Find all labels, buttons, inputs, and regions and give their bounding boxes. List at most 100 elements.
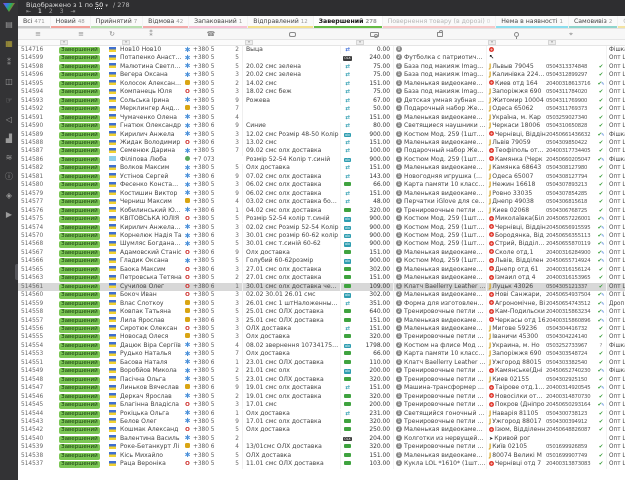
table-row[interactable]: 514553ЗавершенийРудько Наталья✱+380 57Ол…	[18, 350, 625, 358]
tracking-number[interactable]: 0504309850422	[546, 139, 596, 147]
app-logo-icon[interactable]	[3, 3, 15, 12]
table-row[interactable]: 514579ЗавершенийКостишин Виктор✱+380 590…	[18, 190, 625, 198]
tracking-number[interactable]: 0501699907749	[546, 452, 596, 460]
tab-самовивіз[interactable]: Самовивіз2	[569, 16, 617, 28]
table-row[interactable]: 514546ЗавершенийДеркач Ярослав✱+380 5219…	[18, 393, 625, 401]
status-filter[interactable]: ▾	[60, 40, 68, 45]
tab-відправлений[interactable]: Відправлений12	[248, 16, 312, 28]
table-row[interactable]: 514590ЗавершенийГнатюк Олександр✱+380 69…	[18, 122, 625, 130]
tracking-number[interactable]: 20400315863234	[546, 308, 596, 316]
table-row[interactable]: 514595ЗавершенийКолосок Александр+380 52…	[18, 80, 625, 88]
client-phone[interactable]: +380 5	[193, 435, 229, 443]
video-icon[interactable]: ▶	[0, 210, 18, 220]
phone-icon[interactable]: ☎	[193, 29, 229, 40]
client-phone[interactable]: +380 5	[193, 105, 229, 113]
table-row[interactable]: 514591ЗавершенийЧумаченко Олена✱+380 54⇄…	[18, 114, 625, 122]
table-row[interactable]: 514568ЗавершенийШумляс Богдана Ан✱+380 5…	[18, 240, 625, 248]
first-page-icon[interactable]: ⇤	[26, 8, 31, 15]
tracking-number[interactable]: 0504304224140	[546, 333, 596, 341]
chart-icon[interactable]: ▟	[0, 134, 18, 144]
tracking-number[interactable]: 20450650293164	[546, 401, 596, 409]
tracking-number[interactable]: 0501699926859	[546, 443, 596, 451]
tracking-number[interactable]: 20450654743512	[546, 300, 596, 308]
tracking-number[interactable]: 20400314870730	[546, 393, 596, 401]
table-row[interactable]: 514581ЗавершенийУстінов Сергей✱+380 6907…	[18, 173, 625, 181]
comment-icon[interactable]	[243, 29, 341, 40]
tracking-number[interactable]: 0504302925150	[546, 376, 596, 384]
table-row[interactable]: 514588ЗавершенийЖидак ВолодимирO+380 631…	[18, 139, 625, 147]
table-row[interactable]: 514549ЗавершенийВоробйов Микола✱+380 522…	[18, 367, 625, 375]
table-row[interactable]: 514565ЗавершенийБаока МаксимO+380 6327.0…	[18, 266, 625, 274]
status-icon[interactable]: ≡	[58, 29, 104, 40]
feed-icon[interactable]: ▤	[0, 20, 18, 30]
table-row[interactable]: 514594ЗавершенийКомпанець ЮляO+380 5318.…	[18, 88, 625, 96]
tracking-filter[interactable]: ▾	[548, 40, 556, 45]
tracking-number[interactable]: 0504300394912	[546, 418, 596, 426]
client-phone[interactable]: +380 5	[193, 181, 229, 189]
tab-повернення-товару-в-дорозі-[interactable]: Повернення товару (в дорозі)0	[383, 16, 496, 28]
tab-прийнятий[interactable]: Прийнятий7	[91, 16, 142, 28]
tracking-number[interactable]: 20400316284900	[546, 249, 596, 257]
table-row[interactable]: 514582ЗавершенийВолков Максим✱+380 55Олх…	[18, 164, 625, 172]
client-phone[interactable]: +380 5	[193, 367, 229, 375]
tab-відмова[interactable]: Відмова42	[143, 16, 188, 28]
client-phone[interactable]: +380 5	[193, 63, 229, 71]
client-phone[interactable]: +380 6	[193, 410, 229, 418]
tracking-number[interactable]: 0504311769900	[546, 97, 596, 105]
table-row[interactable]: 514542ЗавершенийКошмак АлександO+380 55О…	[18, 426, 625, 434]
client-phone[interactable]: +380 5	[193, 131, 229, 139]
client-phone[interactable]: +380 5	[193, 80, 229, 88]
sidebar-collapse-handle[interactable]	[15, 264, 18, 280]
table-row[interactable]: 514554ЗавершенийДацюк Віра Сергіїв✱+380 …	[18, 342, 625, 350]
tracking-number[interactable]: 20450656355113	[546, 232, 596, 240]
table-row[interactable]: 514599ЗавершенийПотапенко Анастас✱+380 5…	[18, 54, 625, 62]
tracking-number[interactable]: 20450657226001	[546, 215, 596, 223]
page-1[interactable]: 1	[38, 8, 42, 15]
tracking-number[interactable]: 20450660205047	[546, 156, 596, 164]
client-phone[interactable]: +380 6	[193, 249, 229, 257]
sliders-icon[interactable]: ≋	[0, 153, 18, 163]
client-phone[interactable]: +380 6	[193, 139, 229, 147]
tracking-number[interactable]: 0504311769373	[546, 105, 596, 113]
tab-завершений[interactable]: Завершений278	[314, 16, 382, 28]
tracking-number[interactable]: 0504308127980	[546, 164, 596, 172]
table-row[interactable]: 514566ЗавершенийГладик Оксана✱+380 55Гол…	[18, 257, 625, 265]
products-icon[interactable]	[394, 29, 486, 40]
table-row[interactable]: 514575ЗавершенийКВІТОВСЬКА ЮЛІЯO+380 55Р…	[18, 215, 625, 223]
client-phone[interactable]: +380 5	[193, 46, 229, 54]
client-phone[interactable]: +380 5	[193, 88, 229, 96]
table-row[interactable]: 514547ЗавершенийЛиньков Вячеслав+380 691…	[18, 384, 625, 392]
tracking-number[interactable]: 20400315860896	[546, 317, 596, 325]
client-phone[interactable]: +380 6	[193, 443, 229, 451]
tracking-number[interactable]: 0504311784020	[546, 88, 596, 96]
client-phone[interactable]: +380 6	[193, 266, 229, 274]
client-phone[interactable]: +380 5	[193, 274, 229, 282]
tracking-number[interactable]: 20450655870119	[546, 240, 596, 248]
source-icon[interactable]: ↻	[104, 29, 120, 40]
client-phone[interactable]: +380 5	[193, 54, 229, 62]
tracking-number[interactable]: 20450654937504	[546, 291, 596, 299]
tracking-number[interactable]: 0504307854285	[546, 190, 596, 198]
tracking-number[interactable]: 20450661436632	[546, 131, 596, 139]
client-phone[interactable]: +380 5	[193, 224, 229, 232]
tab-нема-в-наявності[interactable]: Нема в наявності1	[496, 16, 568, 28]
table-row[interactable]: 514558ЗавершенийКовпак Татьяна+380 5525.…	[18, 308, 625, 316]
client-phone[interactable]: +380 5	[193, 164, 229, 172]
tracking-number[interactable]: 20400318613716	[546, 80, 596, 88]
location-pin-icon[interactable]	[486, 29, 546, 40]
table-row[interactable]: 514570ЗавершенийКорнелюк Надія Та✱+380 6…	[18, 232, 625, 240]
table-row[interactable]: 514551ЗавершенийБасова Наталя✱+380 6123.…	[18, 359, 625, 367]
client-phone[interactable]: +380 6	[193, 317, 229, 325]
tracking-number[interactable]: 20450656915595	[546, 224, 596, 232]
table-row[interactable]: 514559ЗавершенийВлас Слоткоу+380 5326.01…	[18, 300, 625, 308]
client-phone[interactable]: +380 5	[193, 333, 229, 341]
table-row[interactable]: 514563ЗавершенийПетровська ТетянаO+380 5…	[18, 274, 625, 282]
tab-запакований[interactable]: Запакований1	[189, 16, 247, 28]
tracking-number[interactable]: 0503252733967	[546, 342, 596, 350]
table-row[interactable]: 514560ЗавершенийБокоч ИванO+380 5302.02 …	[18, 291, 625, 299]
client-phone[interactable]: +380 5	[193, 257, 229, 265]
table-row[interactable]: 514555ЗавершенийНовосад Олеся+380 53Олх …	[18, 333, 625, 341]
price-filter[interactable]: ▾	[356, 40, 364, 45]
client-phone[interactable]: +380 5	[193, 215, 229, 223]
table-row[interactable]: 514574ЗавершенийКирилич Анжела Ол✱+380 5…	[18, 224, 625, 232]
